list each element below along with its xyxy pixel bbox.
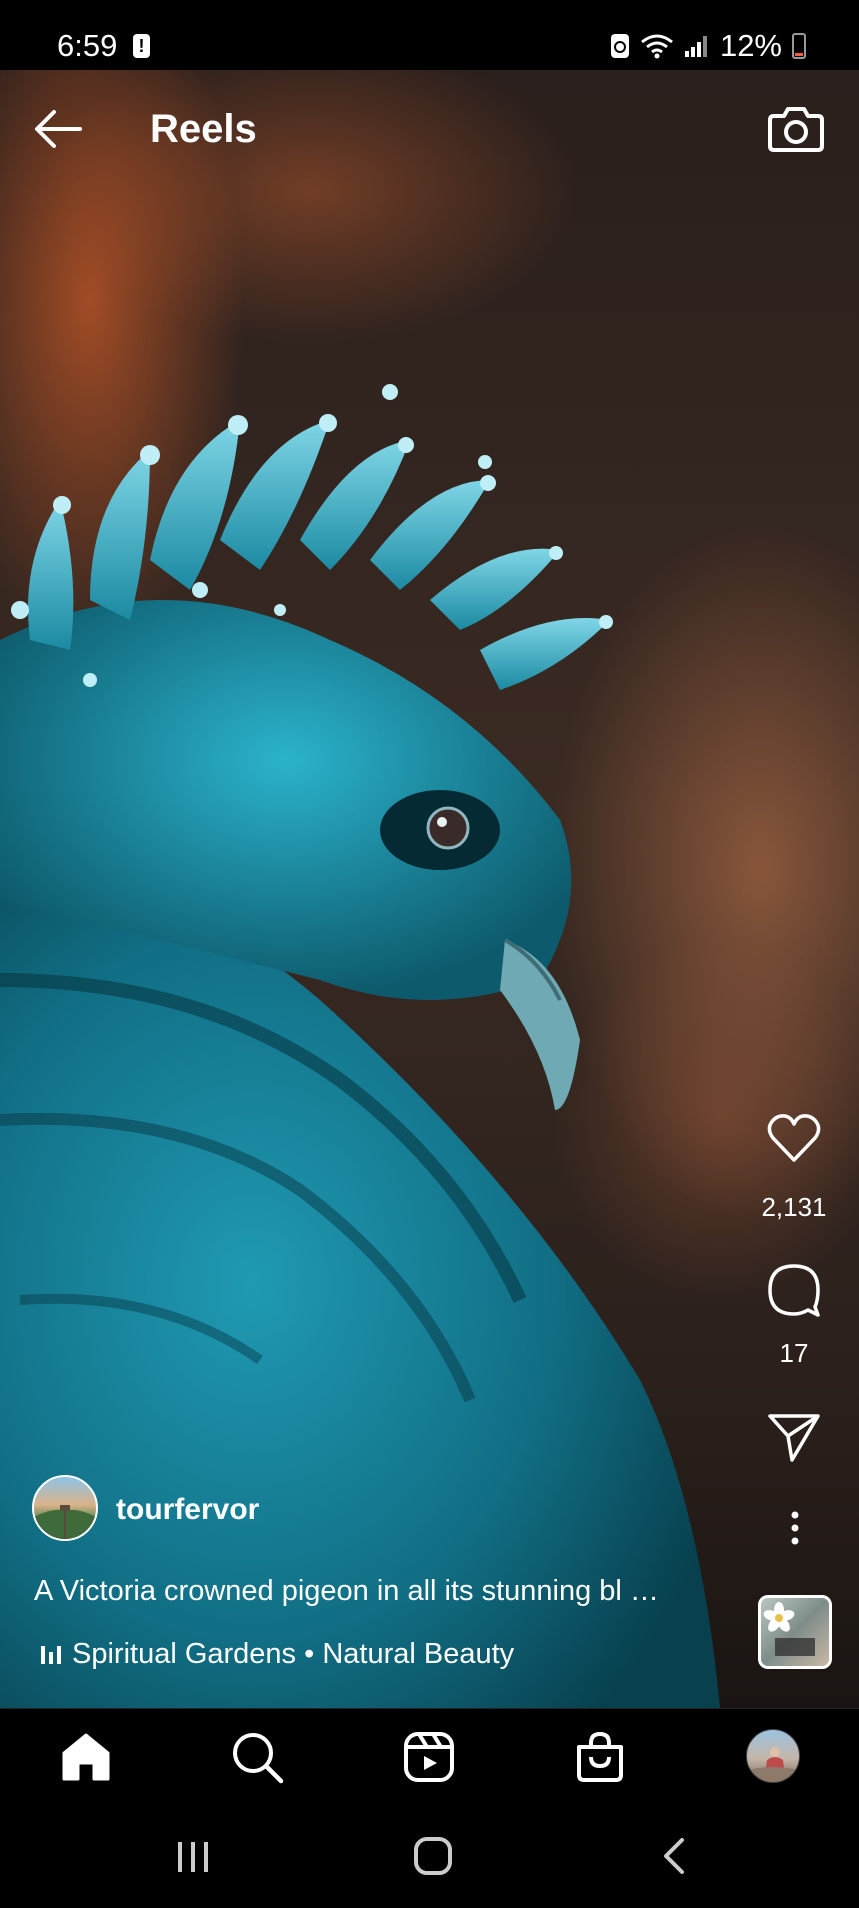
status-time: 6:59 (57, 28, 118, 63)
recycle-icon (610, 34, 629, 58)
notification-alert-icon (133, 34, 150, 58)
paper-plane-icon[interactable] (766, 1410, 822, 1466)
audio-title: Spiritual Gardens • Natural Beauty (72, 1638, 515, 1670)
page-title: Reels (150, 107, 257, 151)
avatar-photo (34, 1505, 96, 1539)
audio-thumbnail[interactable] (758, 1595, 832, 1669)
battery-percentage: 12% (719, 28, 782, 63)
status-bar: 6:59 12% (0, 0, 859, 70)
caption[interactable]: A Victoria crowned pigeon in all its stu… (34, 1573, 659, 1609)
bird-image (0, 384, 720, 1708)
flower-icon (763, 1602, 815, 1656)
search-icon[interactable] (229, 1729, 285, 1785)
more-vertical-icon[interactable] (780, 1510, 810, 1546)
home-button-icon[interactable] (403, 1832, 463, 1880)
reels-icon[interactable] (401, 1729, 457, 1785)
signal-icon (684, 36, 707, 57)
username[interactable]: tourfervor (116, 1492, 259, 1528)
back-button-icon[interactable] (644, 1832, 704, 1880)
battery-icon (792, 33, 806, 59)
comment-bubble-icon[interactable] (766, 1262, 822, 1318)
recent-apps-icon[interactable] (163, 1832, 223, 1880)
comment-count[interactable]: 17 (729, 1338, 859, 1369)
audio-bars-icon (41, 1646, 61, 1664)
user-avatar[interactable] (32, 1475, 98, 1541)
audio-track[interactable]: Spiritual Gardens • Natural Beauty (40, 1636, 514, 1672)
back-arrow-icon[interactable] (30, 104, 86, 154)
like-count[interactable]: 2,131 (729, 1192, 859, 1223)
wifi-icon (641, 34, 673, 59)
bottom-nav (0, 1708, 859, 1805)
heart-icon[interactable] (766, 1110, 822, 1166)
home-icon[interactable] (58, 1729, 114, 1785)
profile-avatar[interactable] (746, 1729, 800, 1783)
profile-photo (747, 1747, 799, 1782)
shopping-bag-icon[interactable] (572, 1729, 628, 1785)
status-right: 12% (610, 28, 806, 64)
camera-icon[interactable] (766, 100, 826, 156)
reel-video[interactable] (0, 70, 859, 1708)
system-nav-bar (0, 1804, 859, 1908)
